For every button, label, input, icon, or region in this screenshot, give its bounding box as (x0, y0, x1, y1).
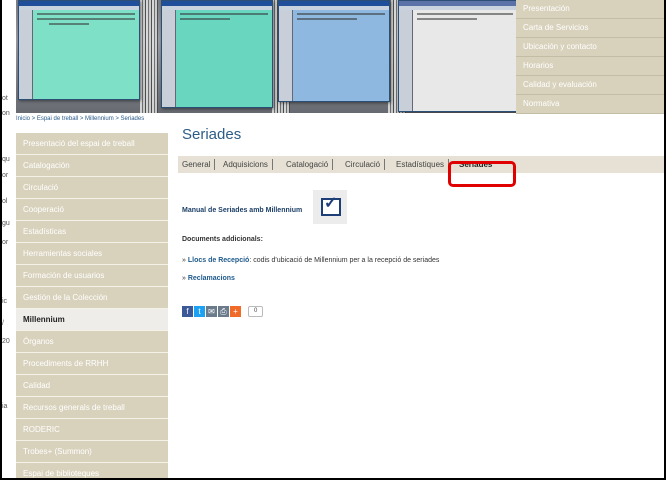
manual-link[interactable]: Manual de Seriades amb Millennium (182, 207, 302, 214)
screenshot-window (278, 0, 390, 102)
sidebar-item[interactable]: Herramientas sociales (16, 243, 168, 265)
list-item: » Llocs de Recepció: codis d'ubicació de… (182, 257, 439, 264)
cutoff-text: gu (2, 220, 10, 227)
screenshot-window (18, 0, 140, 100)
tab-bar: General Adquisicions Catalogació Circula… (178, 156, 664, 173)
sidebar-item[interactable]: Órganos (16, 331, 168, 353)
header-banner-image (16, 0, 516, 113)
sidebar-item[interactable]: Presentació del espai de treball (16, 133, 168, 155)
top-menu-item[interactable]: Ubicación y contacto (516, 38, 664, 57)
screenshot-window (398, 0, 516, 112)
cutoff-text: / (2, 320, 4, 327)
link-llocs-de-recepcio[interactable]: Llocs de Recepció (188, 257, 249, 264)
bullet: » (182, 257, 186, 264)
cutoff-text: on (2, 110, 10, 117)
top-menu-item[interactable]: Presentación (516, 0, 664, 19)
sidebar-item[interactable]: Estadísticas (16, 221, 168, 243)
plus-icon[interactable]: + (230, 306, 241, 317)
sidebar-item[interactable]: Formación de usuarios (16, 265, 168, 287)
cutoff-text: qu (2, 156, 10, 163)
breadcrumb[interactable]: Inicio > Espai de treball > Millennium >… (16, 116, 144, 122)
share-count: 0 (248, 306, 264, 317)
sidebar-item[interactable]: Trobes+ (Summon) (16, 441, 168, 463)
sidebar-item[interactable]: Catalogación (16, 155, 168, 177)
docs-heading: Documents addicionals: (182, 236, 263, 243)
print-icon[interactable]: ⎙ (218, 306, 229, 317)
cutoff-text: ic (2, 298, 8, 305)
main-content: Seriades General Adquisicions Catalogaci… (178, 126, 664, 317)
sidebar-item[interactable]: Cooperació (16, 199, 168, 221)
top-menu: Presentación Carta de Servicios Ubicació… (516, 0, 664, 114)
sidebar-item-millennium[interactable]: Millennium (16, 309, 168, 331)
tab-adquisicions[interactable]: Adquisicions (223, 156, 273, 173)
tab-general[interactable]: General (182, 156, 216, 173)
link-reclamacions[interactable]: Reclamacions (188, 275, 235, 282)
screenshot-window (161, 0, 273, 108)
page-title: Seriades (182, 126, 242, 143)
sidebar-item[interactable]: Recursos generals de treball (16, 397, 168, 419)
tab-circulacio[interactable]: Circulació (345, 156, 386, 173)
top-menu-item[interactable]: Calidad y evaluación (516, 76, 664, 95)
cutoff-text: 20 (2, 338, 10, 345)
cutoff-text: ol (2, 198, 8, 205)
cutoff-text: or (2, 239, 9, 246)
sidebar-item[interactable]: Circulació (16, 177, 168, 199)
list-item: » Reclamacions (182, 275, 235, 282)
bullet: » (182, 275, 186, 282)
facebook-icon[interactable]: f (182, 306, 193, 317)
top-menu-item[interactable]: Normativa (516, 95, 664, 114)
top-menu-item[interactable]: Carta de Servicios (516, 19, 664, 38)
cutoff-column: ot on qu or ol gu or ic / 20 ia (2, 0, 16, 478)
tab-catalogacio[interactable]: Catalogació (286, 156, 334, 173)
sidebar-item[interactable]: Espai de biblioteques (16, 463, 168, 478)
twitter-icon[interactable]: t (194, 306, 205, 317)
social-share-bar: f t ✉ ⎙ +0 (182, 306, 264, 318)
page: ot on qu or ol gu or ic / 20 ia Presenta… (0, 0, 666, 480)
email-icon[interactable]: ✉ (206, 306, 217, 317)
highlight-box (448, 161, 516, 187)
link-description: : codis d'ubicació de Millennium per a l… (249, 257, 440, 264)
sidebar: Presentació del espai de treball Catalog… (16, 133, 168, 478)
top-menu-item[interactable]: Horarios (516, 57, 664, 76)
sidebar-item[interactable]: Calidad (16, 375, 168, 397)
checkbox-manual-icon[interactable]: ✓ (313, 190, 347, 224)
sidebar-item[interactable]: Gestión de la Colección (16, 287, 168, 309)
sidebar-item[interactable]: Procediments de RRHH (16, 353, 168, 375)
cutoff-text: ia (2, 403, 8, 410)
cutoff-text: ot (2, 95, 8, 102)
sidebar-item[interactable]: RODERIC (16, 419, 168, 441)
tab-estadistiques[interactable]: Estadístiques (396, 156, 450, 173)
cutoff-text: or (2, 172, 9, 179)
